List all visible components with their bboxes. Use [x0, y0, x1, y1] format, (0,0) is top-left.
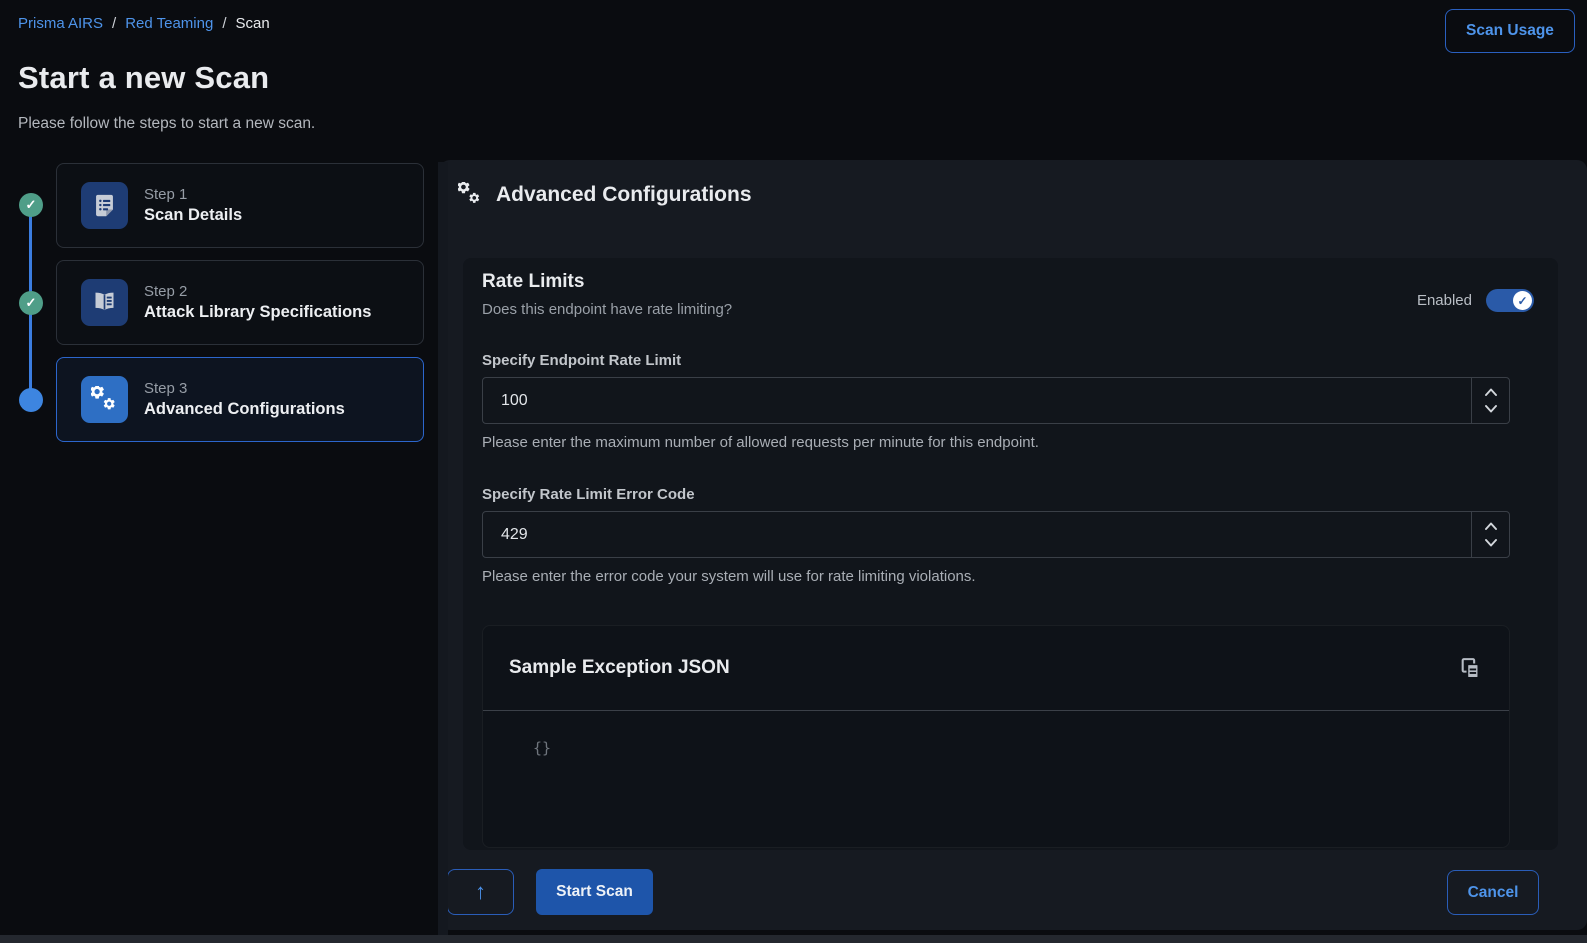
- error-code-decrement-chevron-down-icon[interactable]: [1484, 539, 1498, 547]
- advanced-configurations-panel: Advanced Configurations Rate Limits Does…: [440, 160, 1587, 930]
- rate-limits-question: Does this endpoint have rate limiting?: [482, 301, 732, 318]
- rate-limit-error-code-input[interactable]: [483, 512, 1471, 557]
- rate-limits-title: Rate Limits: [482, 271, 584, 293]
- breadcrumb-link-red-teaming[interactable]: Red Teaming: [125, 15, 213, 32]
- endpoint-rate-limit-increment-chevron-up-icon[interactable]: [1484, 388, 1498, 396]
- endpoint-rate-limit-field: [482, 377, 1510, 424]
- sample-exception-json-title: Sample Exception JSON: [509, 657, 730, 679]
- rate-limits-toggle-label: Enabled: [1417, 292, 1472, 309]
- breadcrumb-separator: /: [112, 15, 116, 32]
- cancel-button[interactable]: Cancel: [1447, 870, 1539, 915]
- rate-limit-error-code-helper: Please enter the error code your system …: [482, 568, 976, 585]
- step-card-scan-details[interactable]: Step 1 Scan Details: [56, 163, 424, 248]
- copy-icon[interactable]: [1458, 656, 1483, 681]
- endpoint-rate-limit-helper: Please enter the maximum number of allow…: [482, 434, 1039, 451]
- start-scan-button[interactable]: Start Scan: [536, 869, 653, 915]
- step3-title: Advanced Configurations: [144, 400, 345, 419]
- step1-title: Scan Details: [144, 206, 242, 225]
- breadcrumb-current-scan: Scan: [236, 15, 270, 32]
- rate-limits-card: Rate Limits Does this endpoint have rate…: [463, 258, 1558, 850]
- step-card-attack-library-specifications[interactable]: Step 2 Attack Library Specifications: [56, 260, 424, 345]
- rate-limit-error-code-label: Specify Rate Limit Error Code: [482, 486, 695, 503]
- scan-usage-button[interactable]: Scan Usage: [1445, 9, 1575, 53]
- open-book-icon: [81, 279, 128, 326]
- arrow-up-icon: ↑: [475, 879, 486, 905]
- rate-limit-error-code-field: [482, 511, 1510, 558]
- step-card-advanced-configurations[interactable]: Step 3 Advanced Configurations: [56, 357, 424, 442]
- breadcrumb-link-prisma-airs[interactable]: Prisma AIRS: [18, 15, 103, 32]
- sample-exception-json-card: Sample Exception JSON {}: [482, 625, 1510, 848]
- document-list-icon: [81, 182, 128, 229]
- step1-complete-check-icon: ✓: [19, 193, 43, 217]
- endpoint-rate-limit-input[interactable]: [483, 378, 1471, 423]
- endpoint-rate-limit-decrement-chevron-down-icon[interactable]: [1484, 405, 1498, 413]
- step1-label: Step 1: [144, 186, 242, 203]
- rate-limits-toggle[interactable]: ✓: [1486, 289, 1534, 312]
- gears-icon: [81, 376, 128, 423]
- vertical-scrollbar[interactable]: [438, 162, 448, 943]
- scroll-to-top-button[interactable]: ↑: [447, 869, 514, 915]
- breadcrumb: Prisma AIRS / Red Teaming / Scan: [18, 15, 270, 32]
- step3-label: Step 3: [144, 380, 345, 397]
- panel-title: Advanced Configurations: [496, 183, 752, 207]
- step2-label: Step 2: [144, 283, 371, 300]
- step3-active-dot: [19, 388, 43, 412]
- toggle-check-icon: ✓: [1513, 291, 1532, 310]
- endpoint-rate-limit-label: Specify Endpoint Rate Limit: [482, 352, 681, 369]
- error-code-increment-chevron-up-icon[interactable]: [1484, 522, 1498, 530]
- step2-title: Attack Library Specifications: [144, 303, 371, 322]
- page-subtitle: Please follow the steps to start a new s…: [18, 115, 315, 133]
- step2-complete-check-icon: ✓: [19, 291, 43, 315]
- breadcrumb-separator: /: [222, 15, 226, 32]
- horizontal-scrollbar[interactable]: [0, 935, 1587, 943]
- page-title: Start a new Scan: [18, 60, 269, 96]
- gears-icon: [458, 182, 483, 207]
- sample-exception-json-editor[interactable]: {}: [483, 711, 1509, 757]
